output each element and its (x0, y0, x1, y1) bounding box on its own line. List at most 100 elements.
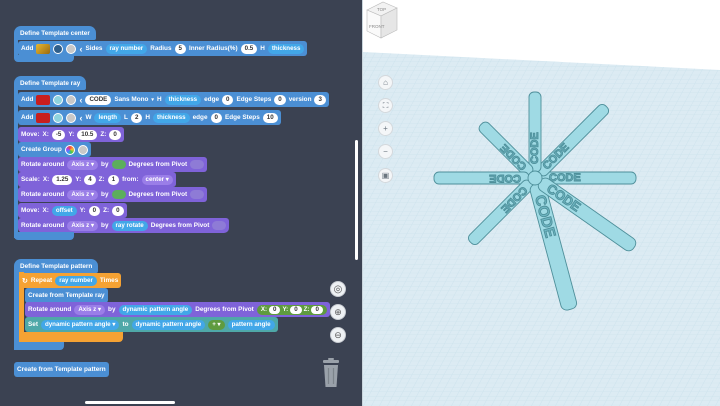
define-template-center-block[interactable]: Define Template center (14, 26, 96, 40)
color-swatch-lightblue[interactable] (53, 112, 64, 123)
edge-input[interactable]: 0 (222, 94, 234, 105)
vertical-scrollbar[interactable] (355, 140, 358, 260)
no-fill-icon[interactable] (77, 144, 88, 155)
angle-slot[interactable] (111, 160, 126, 169)
no-fill-icon[interactable] (66, 43, 77, 54)
repeat-block[interactable]: ↻ Repeat ray number Times (19, 273, 122, 288)
no-fill-icon[interactable] (66, 94, 77, 105)
pattern-rotate-block[interactable]: Rotate around Axis z ▾ by dynamic patter… (25, 302, 330, 317)
move2-z-input[interactable]: 0 (112, 205, 124, 216)
rotate-block-2[interactable]: Rotate around Axis z ▾ by Degrees from P… (18, 187, 208, 202)
edge-steps-input[interactable]: 10 (262, 112, 278, 123)
length-var[interactable]: length (94, 112, 122, 123)
chevron-left-icon[interactable]: ‹ (79, 44, 82, 54)
axis-dropdown[interactable]: Axis z ▾ (74, 304, 106, 315)
move-block-2[interactable]: Move: X: offset Y: 0 Z: 0 (18, 203, 127, 218)
ray-rotate-var[interactable]: ray rotate (111, 220, 148, 231)
pivot-slot[interactable] (190, 160, 205, 169)
ray-number-var[interactable]: ray number (105, 43, 148, 54)
trash-icon[interactable] (320, 358, 342, 388)
inner-radius-input[interactable]: 0.5 (240, 43, 258, 54)
axis-dropdown[interactable]: Axis z ▾ (67, 159, 99, 170)
move-z-input[interactable]: 0 (109, 129, 121, 140)
angle-slot[interactable] (111, 190, 126, 199)
chevron-left-icon[interactable]: ‹ (79, 95, 82, 105)
l-input[interactable]: 2 (130, 112, 143, 123)
multicolor-icon[interactable] (64, 144, 75, 155)
gold-texture-icon[interactable] (36, 43, 51, 54)
add-polygon-block[interactable]: Add ‹ Sides ray number Radius 5 Inner Ra… (18, 41, 308, 56)
version-input[interactable]: 3 (314, 94, 326, 105)
define-template-pattern-block[interactable]: Define Template pattern (14, 259, 99, 273)
pivot-z-input[interactable]: 0 (311, 305, 323, 314)
move-x-input[interactable]: -5 (51, 129, 66, 140)
red-box-icon[interactable] (36, 112, 51, 123)
x-label: X: (42, 207, 49, 214)
add-label: Add (21, 114, 34, 121)
scale-z-input[interactable]: 1 (107, 174, 120, 185)
view-cube[interactable]: TOP FRONT (363, 0, 401, 44)
edge-steps-input[interactable]: 0 (274, 94, 286, 105)
font-dropdown[interactable]: Sans Mono (114, 96, 148, 103)
from-dropdown[interactable]: center ▾ (141, 174, 173, 185)
scale-block[interactable]: Scale: X: 1.25 Y: 4 Z: 1 from: center ▾ (18, 172, 176, 187)
ray-number-var[interactable]: ray number (55, 275, 97, 286)
horizontal-scrollbar[interactable] (85, 401, 175, 404)
by-label: by (101, 191, 109, 198)
operator-dropdown[interactable]: + ▾ (208, 319, 225, 330)
edge-steps-label: Edge Steps (236, 96, 272, 103)
chevron-left-icon[interactable]: ‹ (79, 113, 82, 123)
fit-view-button[interactable]: ⛶ (378, 98, 393, 113)
pivot-xyz[interactable]: X: 0 Y: 0 Z: 0 (256, 304, 327, 315)
pivot-x-input[interactable]: 0 (269, 305, 281, 314)
rotate-block-1[interactable]: Rotate around Axis z ▾ by Degrees from P… (18, 157, 208, 172)
move-block[interactable]: Move: X: -5 Y: 10.5 Z: 0 (18, 127, 124, 142)
no-fill-icon[interactable] (66, 112, 77, 123)
zoom-in-button[interactable]: ⊕ (330, 304, 346, 320)
thickness-var[interactable]: thickness (153, 112, 190, 123)
edge-input[interactable]: 0 (210, 112, 222, 123)
axis-dropdown[interactable]: Axis z ▾ (67, 189, 99, 200)
dynamic-pattern-angle-var[interactable]: dynamic pattern angle (131, 319, 206, 330)
create-from-template-pattern-block[interactable]: Create from Template pattern (14, 362, 109, 377)
create-from-template-ray-block[interactable]: Create from Template ray (25, 288, 108, 303)
offset-var[interactable]: offset (51, 205, 77, 216)
scale-y-input[interactable]: 4 (84, 174, 96, 185)
y-label: Y: (75, 176, 82, 183)
variable-dropdown[interactable]: dynamic pattern angle ▾ (40, 319, 120, 330)
add-box-block[interactable]: Add ‹ W length L 2 H thickness edge 0 Ed… (18, 110, 281, 125)
scale-x-input[interactable]: 1.25 (52, 174, 73, 185)
repeat-label: Repeat (30, 277, 53, 284)
thickness-var[interactable]: thickness (164, 94, 202, 105)
3d-viewport[interactable]: CODE CODE CODE CODE CODE CODE CODE CODE … (362, 0, 720, 406)
radius-input[interactable]: 5 (174, 43, 186, 54)
zoom-in-view-button[interactable]: + (378, 121, 393, 136)
workplane-grid[interactable]: CODE CODE CODE CODE CODE CODE CODE CODE (363, 0, 720, 406)
create-group-block[interactable]: Create Group (18, 142, 91, 157)
define-template-ray-block[interactable]: Define Template ray (14, 76, 87, 90)
add-text-block[interactable]: Add ‹ CODE Sans Mono ▾ H thickness edge … (18, 92, 329, 107)
pivot-slot[interactable] (212, 221, 227, 230)
dynamic-pattern-angle-var[interactable]: dynamic pattern angle (118, 304, 193, 315)
thickness-var[interactable]: thickness (267, 43, 305, 54)
red-box-icon[interactable] (36, 94, 51, 105)
axis-dropdown[interactable]: Axis z ▾ (67, 220, 99, 231)
text-input[interactable]: CODE (85, 94, 112, 105)
block-workspace[interactable]: Define Template center Add ‹ Sides ray n… (0, 0, 362, 406)
zoom-out-button[interactable]: ⊖ (330, 327, 346, 343)
home-view-button[interactable]: ⌂ (378, 75, 393, 90)
color-swatch-lightblue[interactable] (53, 94, 64, 105)
move-label: Move: (21, 131, 40, 138)
move2-y-input[interactable]: 0 (88, 205, 101, 216)
zoom-reset-button[interactable]: ◎ (330, 281, 346, 297)
zoom-out-view-button[interactable]: − (378, 144, 393, 159)
perspective-toggle-button[interactable]: ▣ (378, 168, 393, 183)
pattern-angle-var[interactable]: pattern angle (227, 319, 275, 330)
x-label: X: (42, 176, 50, 183)
color-swatch-blue[interactable] (53, 43, 64, 54)
move-y-input[interactable]: 10.5 (77, 129, 98, 140)
set-variable-block[interactable]: Set dynamic pattern angle ▾ to dynamic p… (25, 317, 278, 332)
rotate-block-3[interactable]: Rotate around Axis z ▾ by ray rotate Deg… (18, 218, 230, 233)
pivot-y-input[interactable]: 0 (290, 305, 302, 314)
pivot-slot[interactable] (190, 190, 205, 199)
